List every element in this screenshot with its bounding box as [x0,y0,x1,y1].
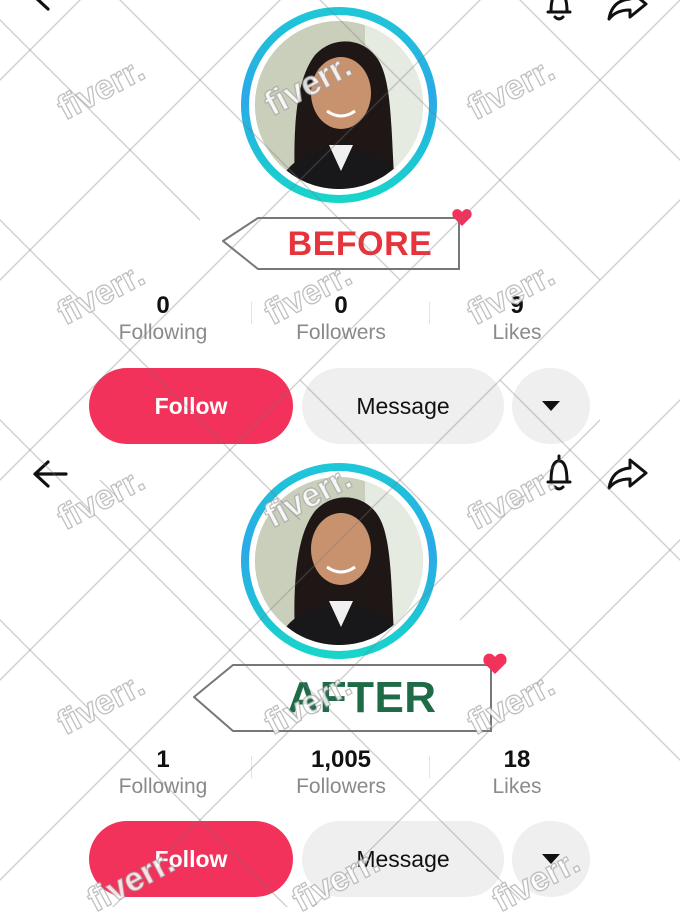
followers-count: 1,005 [310,746,372,773]
more-options-button[interactable] [512,368,590,444]
before-label-tag: BEFORE [222,206,472,272]
after-label: AFTER [287,673,437,722]
before-profile-panel: BEFORE 0 Following 0 Followers 9 Likes F… [0,0,680,453]
avatar[interactable] [255,21,423,189]
after-profile-panel: AFTER 1 Following 1,005 Followers 18 Lik… [0,453,680,906]
followers-label: Followers [296,321,386,344]
more-options-button[interactable] [512,821,590,897]
stat-likes[interactable]: 18 Likes [427,746,607,800]
profile-avatar-ring [241,463,437,659]
following-count: 0 [156,292,170,319]
following-label: Following [118,775,208,798]
bell-icon[interactable] [540,0,578,22]
back-arrow-icon[interactable] [30,459,70,489]
follow-button[interactable]: Follow [89,368,293,444]
back-arrow-icon[interactable] [30,0,70,12]
following-label: Following [118,321,208,344]
avatar[interactable] [255,477,423,645]
likes-count: 9 [510,292,524,319]
likes-label: Likes [492,321,542,344]
message-button[interactable]: Message [302,368,504,444]
share-icon[interactable] [606,457,650,491]
profile-stats: 1 Following 1,005 Followers 18 Likes [70,746,610,816]
share-icon[interactable] [606,0,650,22]
before-label: BEFORE [287,225,433,263]
stat-following[interactable]: 1 Following [73,746,253,800]
profile-stats: 0 Following 0 Followers 9 Likes [70,292,610,362]
following-count: 1 [156,746,170,773]
stat-followers[interactable]: 0 Followers [251,292,431,346]
likes-count: 18 [503,746,531,773]
profile-avatar-ring [241,7,437,203]
after-label-tag: AFTER [193,649,511,733]
bell-icon[interactable] [540,453,578,493]
followers-label: Followers [296,775,386,798]
stat-followers[interactable]: 1,005 Followers [251,746,431,800]
followers-count: 0 [334,292,348,319]
stat-following[interactable]: 0 Following [73,292,253,346]
likes-label: Likes [492,775,542,798]
message-button[interactable]: Message [302,821,504,897]
follow-button[interactable]: Follow [89,821,293,897]
stat-likes[interactable]: 9 Likes [427,292,607,346]
caret-down-icon [542,401,560,411]
caret-down-icon [542,854,560,864]
